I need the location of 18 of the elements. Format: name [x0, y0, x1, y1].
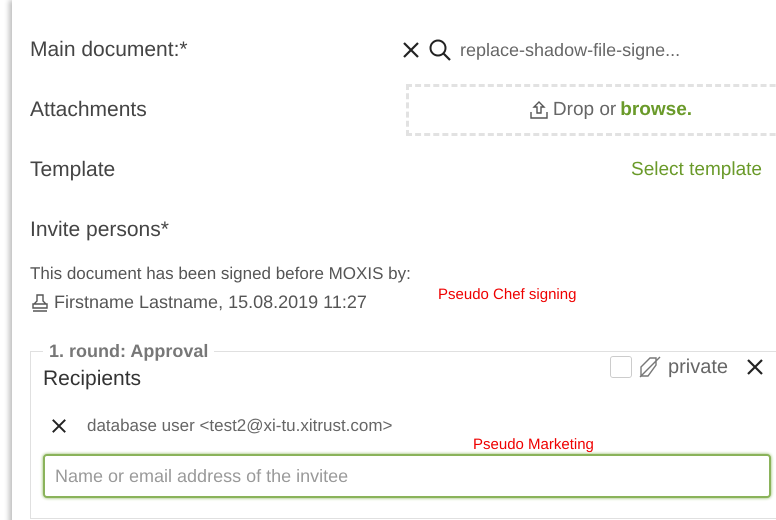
field-label: Template — [30, 158, 116, 182]
drop-text: Drop or — [552, 99, 616, 121]
select-template-link[interactable]: Select template — [631, 159, 762, 181]
browse-link[interactable]: browse. — [620, 99, 692, 121]
file-name: replace-shadow-file-signe... — [460, 40, 680, 60]
invitee-input[interactable]: Name or email address of the invitee — [43, 454, 771, 498]
recipients-label: Recipients — [43, 367, 142, 391]
round-legend: 1. round: Approval — [43, 341, 214, 362]
signed-note: This document has been signed before MOXIS by: — [30, 264, 412, 284]
signer-text: Firstname Lastname, 15.08.2019 11:27 — [54, 292, 367, 313]
recipient-name: database user <test2@xi-tu.xitrust.com> — [87, 416, 392, 436]
annotation: Pseudo Marketing — [473, 436, 594, 453]
field-label: Main document:* — [30, 38, 189, 62]
field-label: Attachments — [30, 98, 148, 122]
drop-zone[interactable]: Drop or browse. — [406, 84, 776, 136]
private-label: private — [668, 356, 728, 378]
annotation: Pseudo Chef signing — [438, 286, 576, 303]
section-label: Invite persons* — [30, 218, 170, 242]
